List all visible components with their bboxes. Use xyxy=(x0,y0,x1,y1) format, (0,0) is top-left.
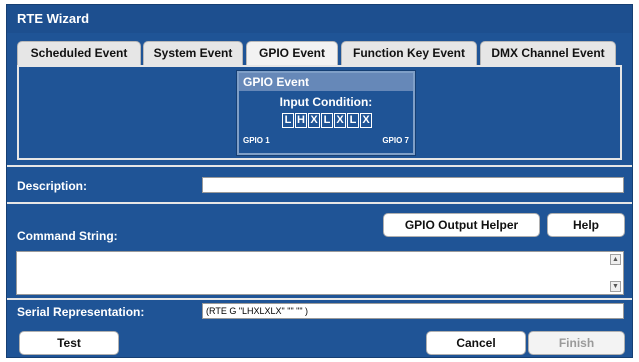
gpio-cell-1[interactable]: L xyxy=(282,113,294,128)
window-title: RTE Wizard xyxy=(7,5,632,33)
gpio-event-box: GPIO Event Input Condition: L H X L X L … xyxy=(237,71,415,155)
gpio-cell-5[interactable]: X xyxy=(334,113,346,128)
rte-wizard-window: RTE Wizard Scheduled Event System Event … xyxy=(6,4,633,358)
gpio-box-title: GPIO Event xyxy=(239,73,413,91)
tab-dmx-channel-event[interactable]: DMX Channel Event xyxy=(480,41,616,65)
gpio-cell-3[interactable]: X xyxy=(308,113,320,128)
gpio-cell-6[interactable]: L xyxy=(347,113,359,128)
serial-representation-field: (RTE G "LHXLXLX" "" "" ) xyxy=(202,303,624,319)
cancel-button[interactable]: Cancel xyxy=(426,331,526,355)
divider xyxy=(7,202,632,204)
input-condition-label: Input Condition: xyxy=(279,95,373,109)
serial-representation-label: Serial Representation: xyxy=(17,305,145,319)
gpio-output-helper-button[interactable]: GPIO Output Helper xyxy=(383,213,540,237)
gpio-event-panel: GPIO Event Input Condition: L H X L X L … xyxy=(17,65,622,160)
divider xyxy=(7,298,632,300)
gpio-first-label: GPIO 1 xyxy=(243,136,270,145)
finish-button[interactable]: Finish xyxy=(528,331,625,355)
tab-system-event[interactable]: System Event xyxy=(143,41,243,65)
gpio-cell-7[interactable]: X xyxy=(360,113,372,128)
gpio-last-label: GPIO 7 xyxy=(382,136,409,145)
description-label: Description: xyxy=(17,179,88,193)
help-button[interactable]: Help xyxy=(547,213,625,237)
scroll-up-icon[interactable]: ▲ xyxy=(610,254,621,265)
tab-function-key-event[interactable]: Function Key Event xyxy=(341,41,477,65)
test-button[interactable]: Test xyxy=(19,331,119,355)
command-string-field[interactable]: ▲ ▼ xyxy=(16,251,624,295)
tab-gpio-event[interactable]: GPIO Event xyxy=(246,41,338,66)
divider xyxy=(7,165,632,167)
tab-scheduled-event[interactable]: Scheduled Event xyxy=(17,41,141,65)
gpio-cell-2[interactable]: H xyxy=(295,113,307,128)
gpio-cell-4[interactable]: L xyxy=(321,113,333,128)
command-string-label: Command String: xyxy=(17,229,118,243)
description-field[interactable] xyxy=(202,177,624,193)
scroll-down-icon[interactable]: ▼ xyxy=(610,281,621,292)
